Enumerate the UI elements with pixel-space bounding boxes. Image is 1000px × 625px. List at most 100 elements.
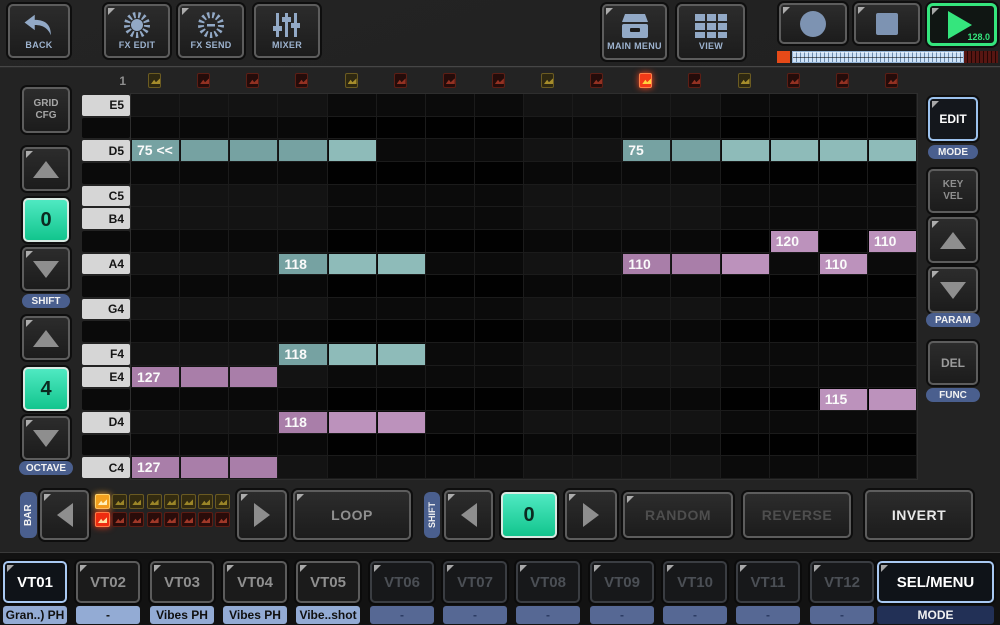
grid-cell-E4-14[interactable] [770,366,819,389]
grid-cell-G#4-1[interactable] [131,275,180,298]
track-tab-VT09[interactable]: VT09 [590,561,654,603]
bar-indicator-6-normal[interactable] [181,494,196,509]
grid-cell-E4-9[interactable] [524,366,573,389]
shift-up-button[interactable] [22,147,70,191]
grid-cell-A4-3[interactable] [229,253,278,276]
grid-cell-C5-5[interactable] [328,185,377,208]
grid-cell-C#4-16[interactable] [868,434,917,457]
grid-cell-E5-13[interactable] [721,94,770,117]
grid-cell-G4-15[interactable] [819,298,868,321]
grid-cell-D#4-8[interactable] [475,388,524,411]
grid-cell-D4-13[interactable] [721,411,770,434]
beat-marker-3-off[interactable] [246,73,259,88]
grid-cell-D4-3[interactable] [229,411,278,434]
grid-cell-C4-6[interactable] [377,456,426,479]
track-tab-VT07[interactable]: VT07 [443,561,507,603]
bar-indicator-2-normal[interactable] [112,494,127,509]
grid-cell-A#4-10[interactable] [573,230,622,253]
grid-cell-A#4-12[interactable] [671,230,720,253]
note-label-C5[interactable]: C5 [82,186,130,207]
grid-cell-A#4-1[interactable] [131,230,180,253]
grid-cell-B4-2[interactable] [180,207,229,230]
grid-cell-C#5-8[interactable] [475,162,524,185]
note-segment[interactable] [279,140,326,161]
grid-cell-G#4-3[interactable] [229,275,278,298]
grid-cell-D4-2[interactable] [180,411,229,434]
grid-cell-D#5-8[interactable] [475,117,524,140]
grid-cell-E5-8[interactable] [475,94,524,117]
grid-cell-E4-4[interactable] [278,366,327,389]
note-label-A#4[interactable] [82,231,130,252]
note-segment[interactable] [869,140,916,161]
grid-cell-F4-7[interactable] [426,343,475,366]
grid-cell-C4-10[interactable] [573,456,622,479]
note-segment[interactable] [329,140,376,161]
beat-marker-10-off[interactable] [590,73,603,88]
grid-cell-C#4-1[interactable] [131,434,180,457]
reverse-button[interactable]: REVERSE [743,492,851,538]
grid-cell-G4-3[interactable] [229,298,278,321]
note-segment[interactable] [181,140,228,161]
track-tab-VT11[interactable]: VT11 [736,561,800,603]
grid-cell-D4-16[interactable] [868,411,917,434]
grid-cell-C5-2[interactable] [180,185,229,208]
grid-cell-D4-15[interactable] [819,411,868,434]
grid-cell-D#4-12[interactable] [671,388,720,411]
grid-cell-C#5-11[interactable] [622,162,671,185]
grid-cell-B4-1[interactable] [131,207,180,230]
note-segment[interactable] [378,412,425,433]
grid-cell-A#4-8[interactable] [475,230,524,253]
grid-cell-C#5-12[interactable] [671,162,720,185]
grid-cell-D5-7[interactable] [426,139,475,162]
grid-cell-E4-13[interactable] [721,366,770,389]
beat-marker-13-quarter[interactable] [738,73,751,88]
grid-cell-C#4-13[interactable] [721,434,770,457]
grid-cell-D#5-14[interactable] [770,117,819,140]
record-button[interactable] [779,3,847,44]
grid-cell-F#4-2[interactable] [180,320,229,343]
bar-indicator-2-normal[interactable] [112,512,127,527]
grid-cell-C4-4[interactable] [278,456,327,479]
loop-button[interactable]: LOOP [293,490,411,540]
note-label-E5[interactable]: E5 [82,95,130,116]
main-menu-button[interactable]: MAIN MENU [602,4,667,60]
beat-marker-12-off[interactable] [688,73,701,88]
grid-cell-C#4-10[interactable] [573,434,622,457]
sel-menu-button[interactable]: SEL/MENU [877,561,994,603]
grid-cell-G#4-7[interactable] [426,275,475,298]
note-segment[interactable] [722,254,769,275]
grid-cell-E5-5[interactable] [328,94,377,117]
note-segment[interactable] [771,140,818,161]
grid-cell-F#4-10[interactable] [573,320,622,343]
track-tab-VT05[interactable]: VT05 [296,561,360,603]
mixer-button[interactable]: MIXER [254,4,320,58]
grid-cell-B4-16[interactable] [868,207,917,230]
grid-cell-A4-7[interactable] [426,253,475,276]
grid-cell-G#4-8[interactable] [475,275,524,298]
grid-cell-E4-15[interactable] [819,366,868,389]
grid-cell-C#4-8[interactable] [475,434,524,457]
grid-cell-D#4-13[interactable] [721,388,770,411]
grid-cell-E4-7[interactable] [426,366,475,389]
stop-button[interactable] [854,3,920,44]
octave-up-button[interactable] [22,316,70,360]
grid-cell-D4-12[interactable] [671,411,720,434]
grid-cell-C5-7[interactable] [426,185,475,208]
grid-cell-D#5-10[interactable] [573,117,622,140]
note-segment[interactable] [329,412,376,433]
grid-cell-A4-9[interactable] [524,253,573,276]
grid-cell-D#5-2[interactable] [180,117,229,140]
bar-indicator-6-normal[interactable] [181,512,196,527]
grid-cell-B4-8[interactable] [475,207,524,230]
note-segment[interactable] [722,140,769,161]
grid-cell-D4-11[interactable] [622,411,671,434]
grid-cell-G#4-4[interactable] [278,275,327,298]
grid-cell-F4-9[interactable] [524,343,573,366]
edit-mode-button[interactable]: EDIT [928,97,978,141]
octave-down-button[interactable] [22,416,70,460]
grid-cell-E5-3[interactable] [229,94,278,117]
grid-cell-C#4-3[interactable] [229,434,278,457]
track-tab-VT02[interactable]: VT02 [76,561,140,603]
grid-cell-D#5-15[interactable] [819,117,868,140]
grid-cell-A4-2[interactable] [180,253,229,276]
